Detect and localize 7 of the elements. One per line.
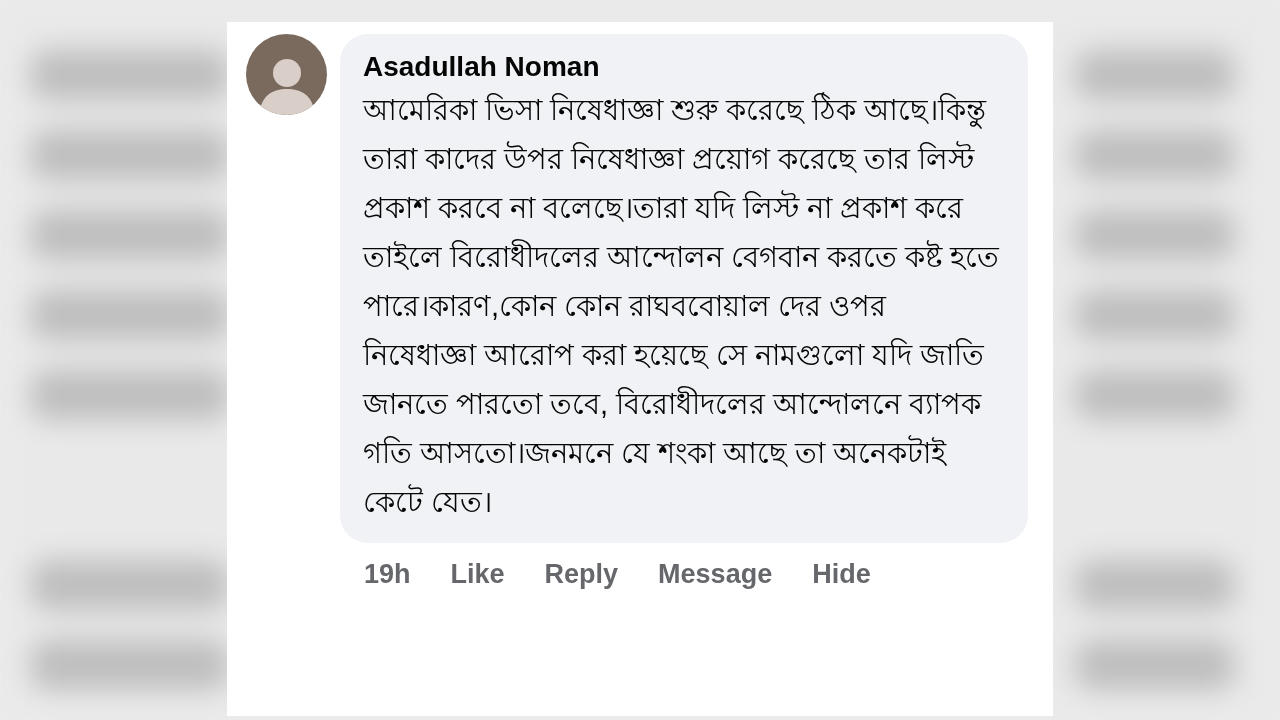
timestamp: 19h <box>364 559 411 590</box>
author-name: Asadullah Noman <box>363 50 601 84</box>
comment-text: আমেরিকা ভিসা নিষেধাজ্ঞা শুরু করেছে ঠিক আছে।কিন্তু তারা কাদের উপর নিষেধাজ্ঞা প্রয়োগ করেছে তার লিস্ট প্রকাশ করবে না বলেছে।তারা যদি লিস্ট না প্রকাশ করে তাইলে বিরোধীদলের আন্দোলন বেগবান করতে কষ্ট হতে পারে।কারণ,কোন কোন রাঘববোয়াল দের ওপর নিষেধাজ্ঞা আরোপ করা হয়েছে সে নামগুলো যদি জাতি জানতে পারতো তবে, বিরোধীদলের আন্দোলনে ব্যাপক গতি আসতো।জনমনে যে শংকা আছে তা অনেকটাই কেটে যেত। <box>363 91 1001 520</box>
comment-action-link[interactable]: Message <box>658 559 773 590</box>
comment-action-link[interactable]: Like <box>450 559 505 590</box>
comment-action-link[interactable]: Reply <box>544 559 619 590</box>
comment-action-link[interactable]: Hide <box>812 559 871 590</box>
